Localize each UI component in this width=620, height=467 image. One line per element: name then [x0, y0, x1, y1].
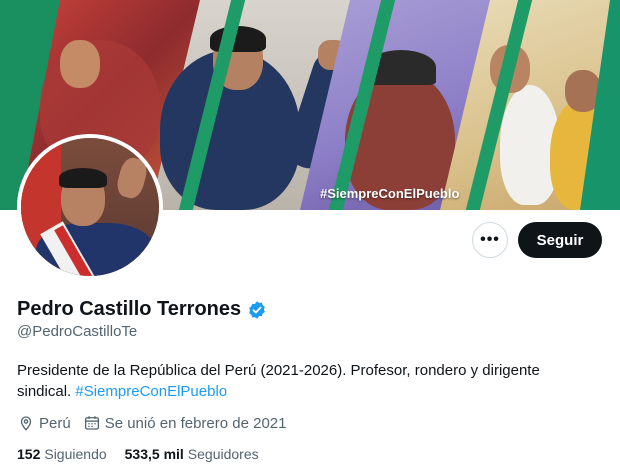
banner-hashtag: #SiempreConElPueblo [320, 186, 460, 201]
calendar-icon [84, 416, 99, 430]
joined-text: Se unió en febrero de 2021 [104, 414, 287, 432]
profile-location: Perú [17, 414, 71, 432]
location-pin-icon [20, 416, 32, 431]
following-label: Siguiendo [44, 446, 107, 462]
followers-label: Seguidores [187, 446, 259, 462]
avatar[interactable] [17, 134, 163, 280]
verified-badge-icon[interactable] [247, 300, 267, 320]
profile-meta: Perú Se unió en febrero de 2021 [17, 414, 299, 432]
location-text: Perú [39, 414, 71, 432]
profile-bio: Presidente de la República del Perú (202… [17, 360, 597, 402]
profile-handle: @PedroCastilloTe [17, 323, 138, 340]
more-options-button[interactable]: ••• [472, 222, 508, 258]
profile-name: Pedro Castillo Terrones [17, 298, 242, 320]
avatar-hair [59, 168, 107, 188]
profile-name-row: Pedro Castillo Terrones [17, 298, 267, 321]
profile-stats: 152 Siguiendo 533,5 mil Seguidores [17, 446, 277, 462]
more-options-icon: ••• [480, 231, 500, 248]
followers-count: 533,5 mil [124, 446, 184, 462]
profile-joined: Se unió en febrero de 2021 [83, 414, 287, 432]
followers-link[interactable]: 533,5 mil Seguidores [125, 446, 259, 462]
following-count: 152 [17, 446, 41, 462]
banner-crowd-face [60, 40, 100, 88]
follow-button[interactable]: Seguir [518, 222, 602, 258]
bio-hashtag-link[interactable]: #SiempreConElPueblo [75, 383, 227, 400]
following-link[interactable]: 152 Siguiendo [17, 446, 107, 462]
